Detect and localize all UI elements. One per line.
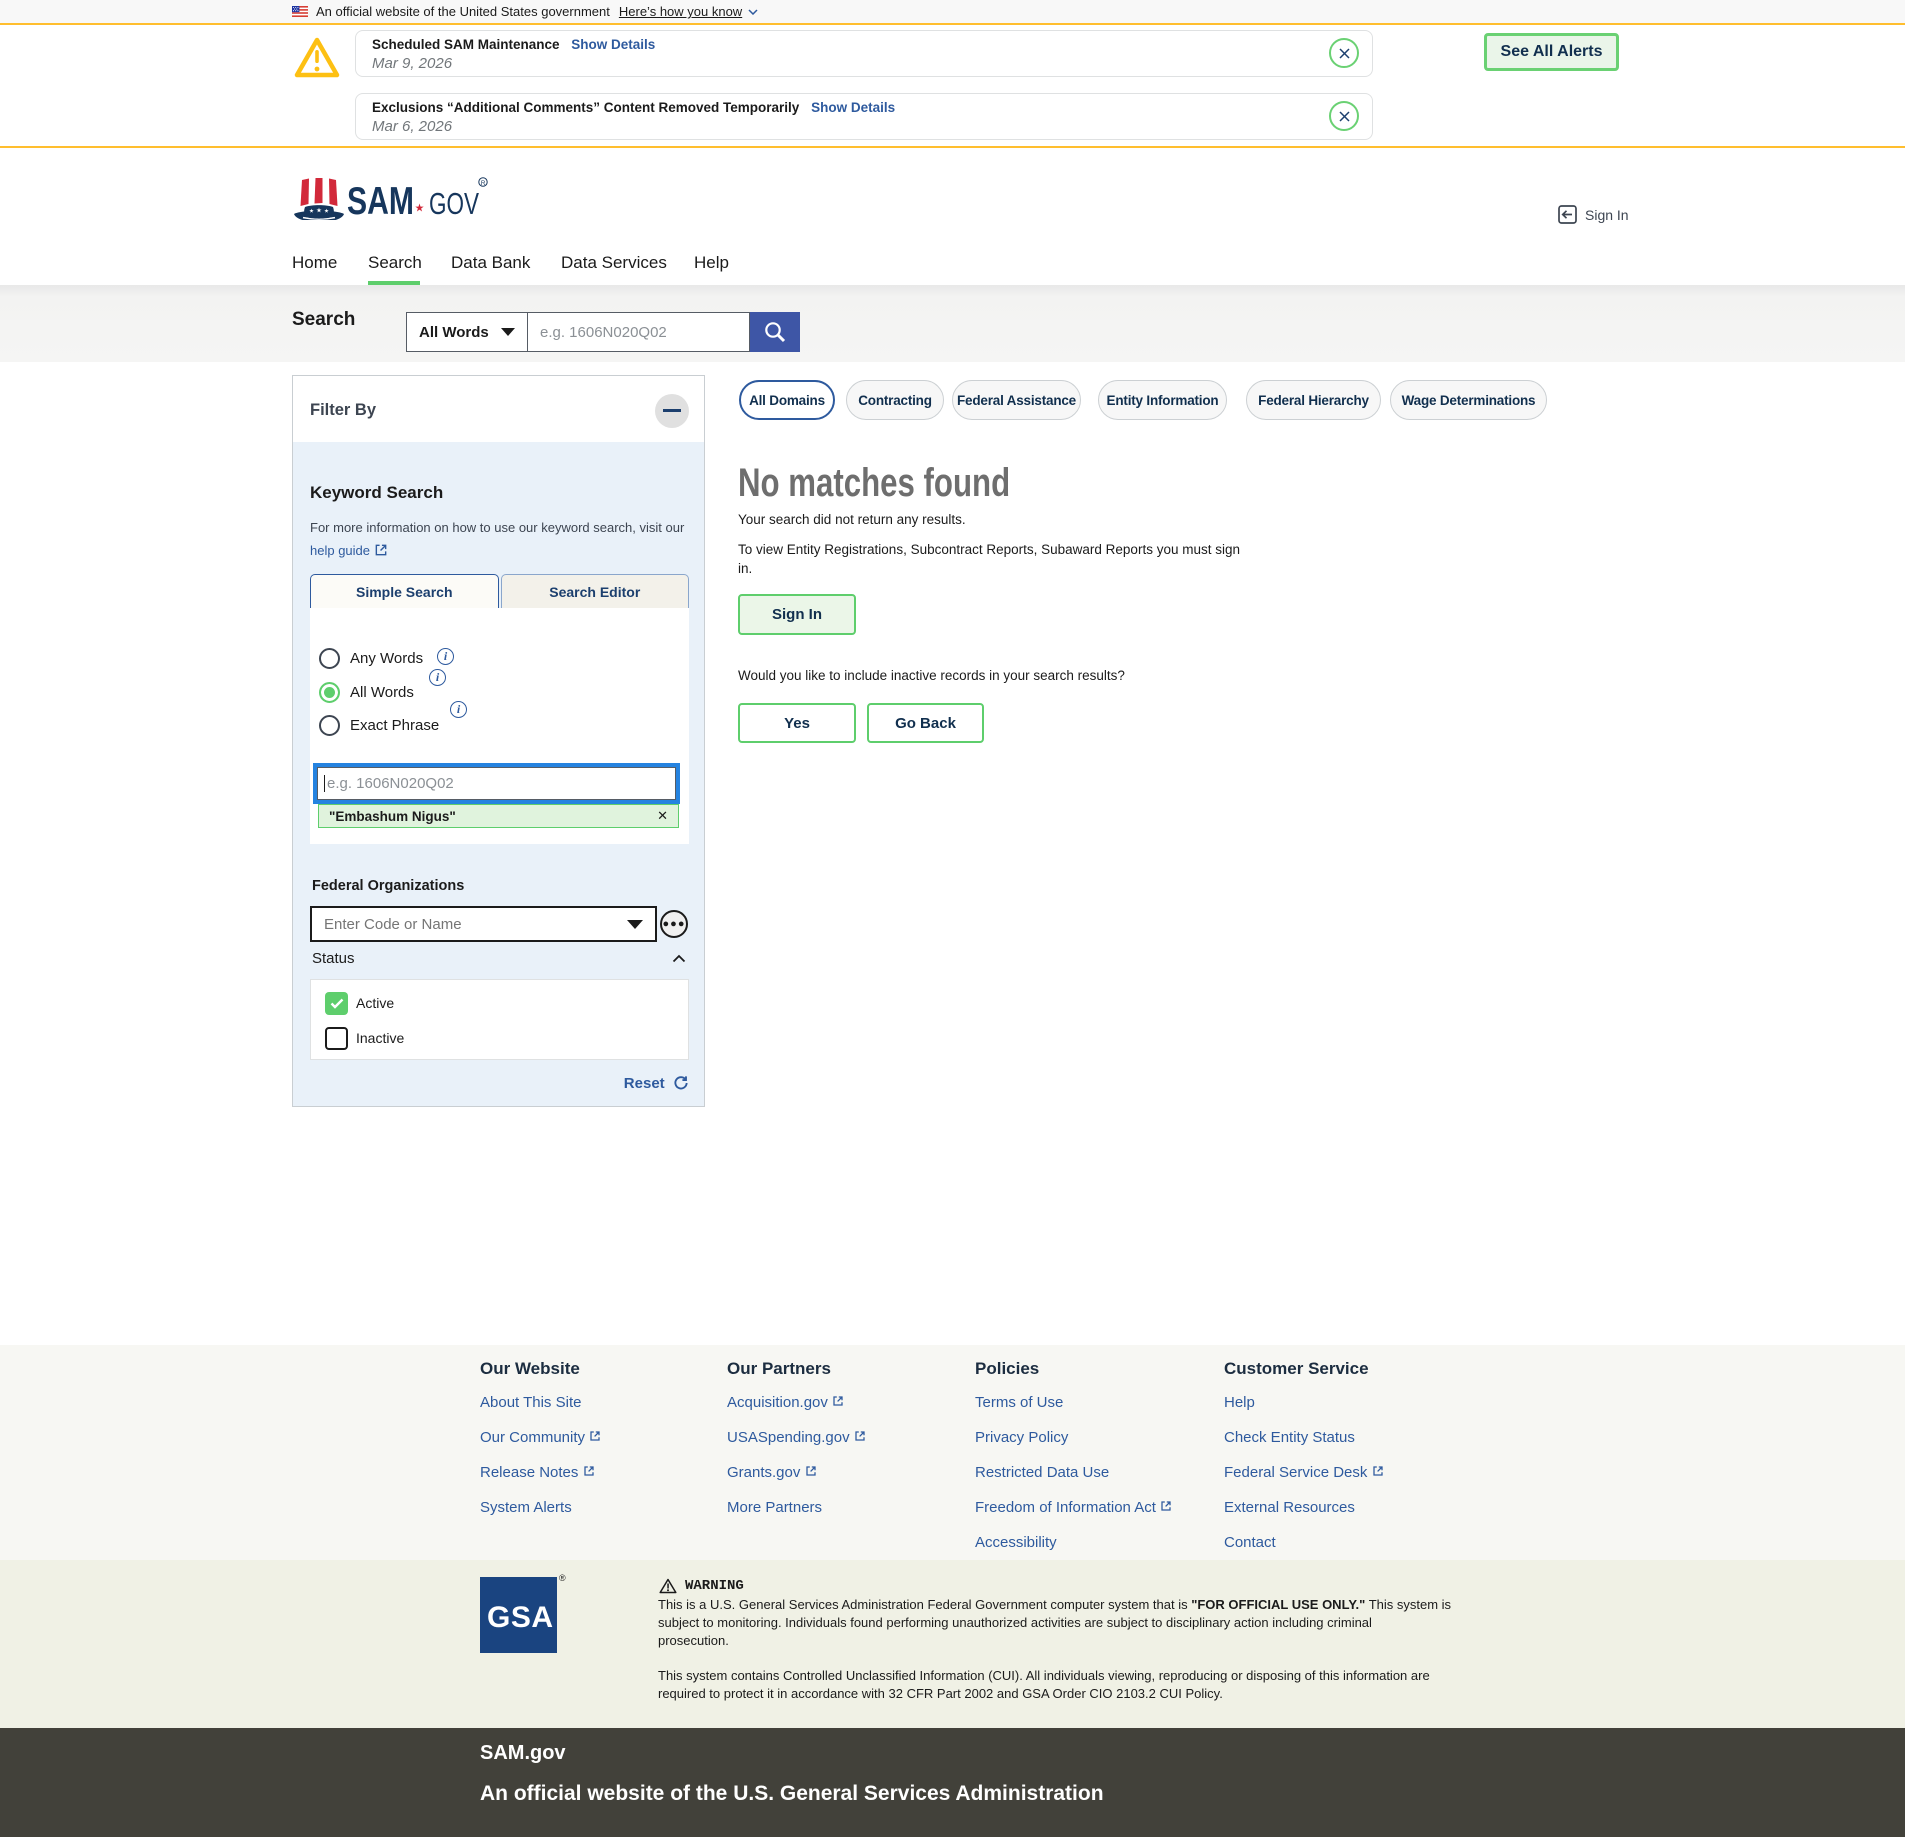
svg-text:R: R [481, 180, 486, 187]
svg-text:GOV: GOV [429, 186, 479, 220]
svg-text:SAM: SAM [347, 180, 414, 220]
